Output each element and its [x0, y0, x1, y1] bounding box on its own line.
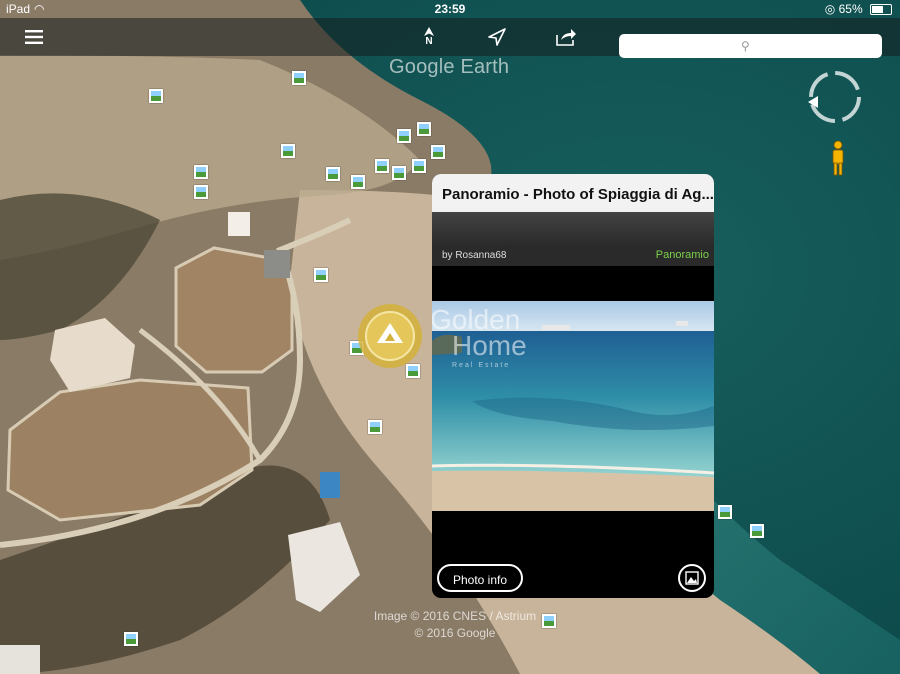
battery-percent: 65%	[838, 2, 863, 16]
photo-marker[interactable]	[194, 165, 208, 179]
photo-marker[interactable]	[431, 145, 445, 159]
north-arrow-icon	[424, 27, 434, 36]
compass-icon[interactable]	[806, 68, 864, 126]
north-button[interactable]: N	[412, 18, 446, 56]
location-arrow-icon	[488, 28, 506, 46]
golden-home-marker-icon[interactable]	[357, 303, 423, 369]
attribution-google: © 2016 Google	[414, 626, 496, 640]
photo-marker[interactable]	[194, 185, 208, 199]
menu-button[interactable]	[17, 18, 51, 56]
photo-marker[interactable]	[397, 129, 411, 143]
photo-marker[interactable]	[326, 167, 340, 181]
photo-marker[interactable]	[368, 420, 382, 434]
photo-marker[interactable]	[417, 122, 431, 136]
share-icon	[556, 29, 576, 46]
panoramio-logo: Panoramio	[655, 249, 709, 261]
photo-marker[interactable]	[375, 159, 389, 173]
photo-gallery-button[interactable]	[678, 564, 706, 592]
beach-photo[interactable]: Golden Home Real Estate	[432, 301, 714, 511]
photo-marker[interactable]	[149, 89, 163, 103]
popup-band	[432, 212, 714, 246]
street-view-pegman-icon[interactable]	[829, 140, 847, 176]
photo-author: by Rosanna68	[442, 250, 507, 261]
photo-marker[interactable]	[412, 159, 426, 173]
rotation-lock-icon: ◎	[824, 2, 836, 16]
battery-indicator: ◎ 65%	[825, 2, 892, 16]
photo-marker[interactable]	[292, 71, 306, 85]
attribution-imagery: Image © 2016 CNES / Astrium	[373, 609, 537, 623]
photo-info-button[interactable]: Photo info	[437, 564, 523, 592]
popup-title: Panoramio - Photo of Spiaggia di Ag...	[432, 174, 714, 212]
hamburger-icon	[25, 30, 43, 44]
share-button[interactable]	[549, 18, 583, 56]
status-bar: iPad ◠ 23:59 ◎ 65%	[0, 0, 900, 18]
battery-icon	[870, 4, 892, 16]
my-location-button[interactable]	[480, 18, 514, 56]
photo-marker[interactable]	[750, 524, 764, 538]
photo-popup: Panoramio - Photo of Spiaggia di Ag... b…	[432, 174, 714, 598]
photo-marker[interactable]	[124, 632, 138, 646]
photo-marker[interactable]	[314, 268, 328, 282]
map-attribution: Image © 2016 CNES / Astrium © 2016 Googl…	[310, 608, 600, 642]
photo-gallery-icon	[685, 571, 699, 585]
watermark-sub: Real Estate	[452, 362, 510, 369]
photo-marker[interactable]	[351, 175, 365, 189]
clock: 23:59	[434, 2, 466, 16]
photo-marker[interactable]	[718, 505, 732, 519]
north-label: N	[425, 36, 433, 47]
watermark-line2: Home	[452, 330, 527, 361]
photo-marker[interactable]	[392, 166, 406, 180]
search-input[interactable]	[619, 34, 882, 58]
photo-marker[interactable]	[281, 144, 295, 158]
google-earth-logo: Google Earth	[389, 56, 510, 78]
top-toolbar: N ⚲	[0, 18, 900, 58]
search-icon: ⚲	[741, 39, 750, 53]
popup-author-bar: by Rosanna68 Panoramio	[432, 246, 714, 266]
